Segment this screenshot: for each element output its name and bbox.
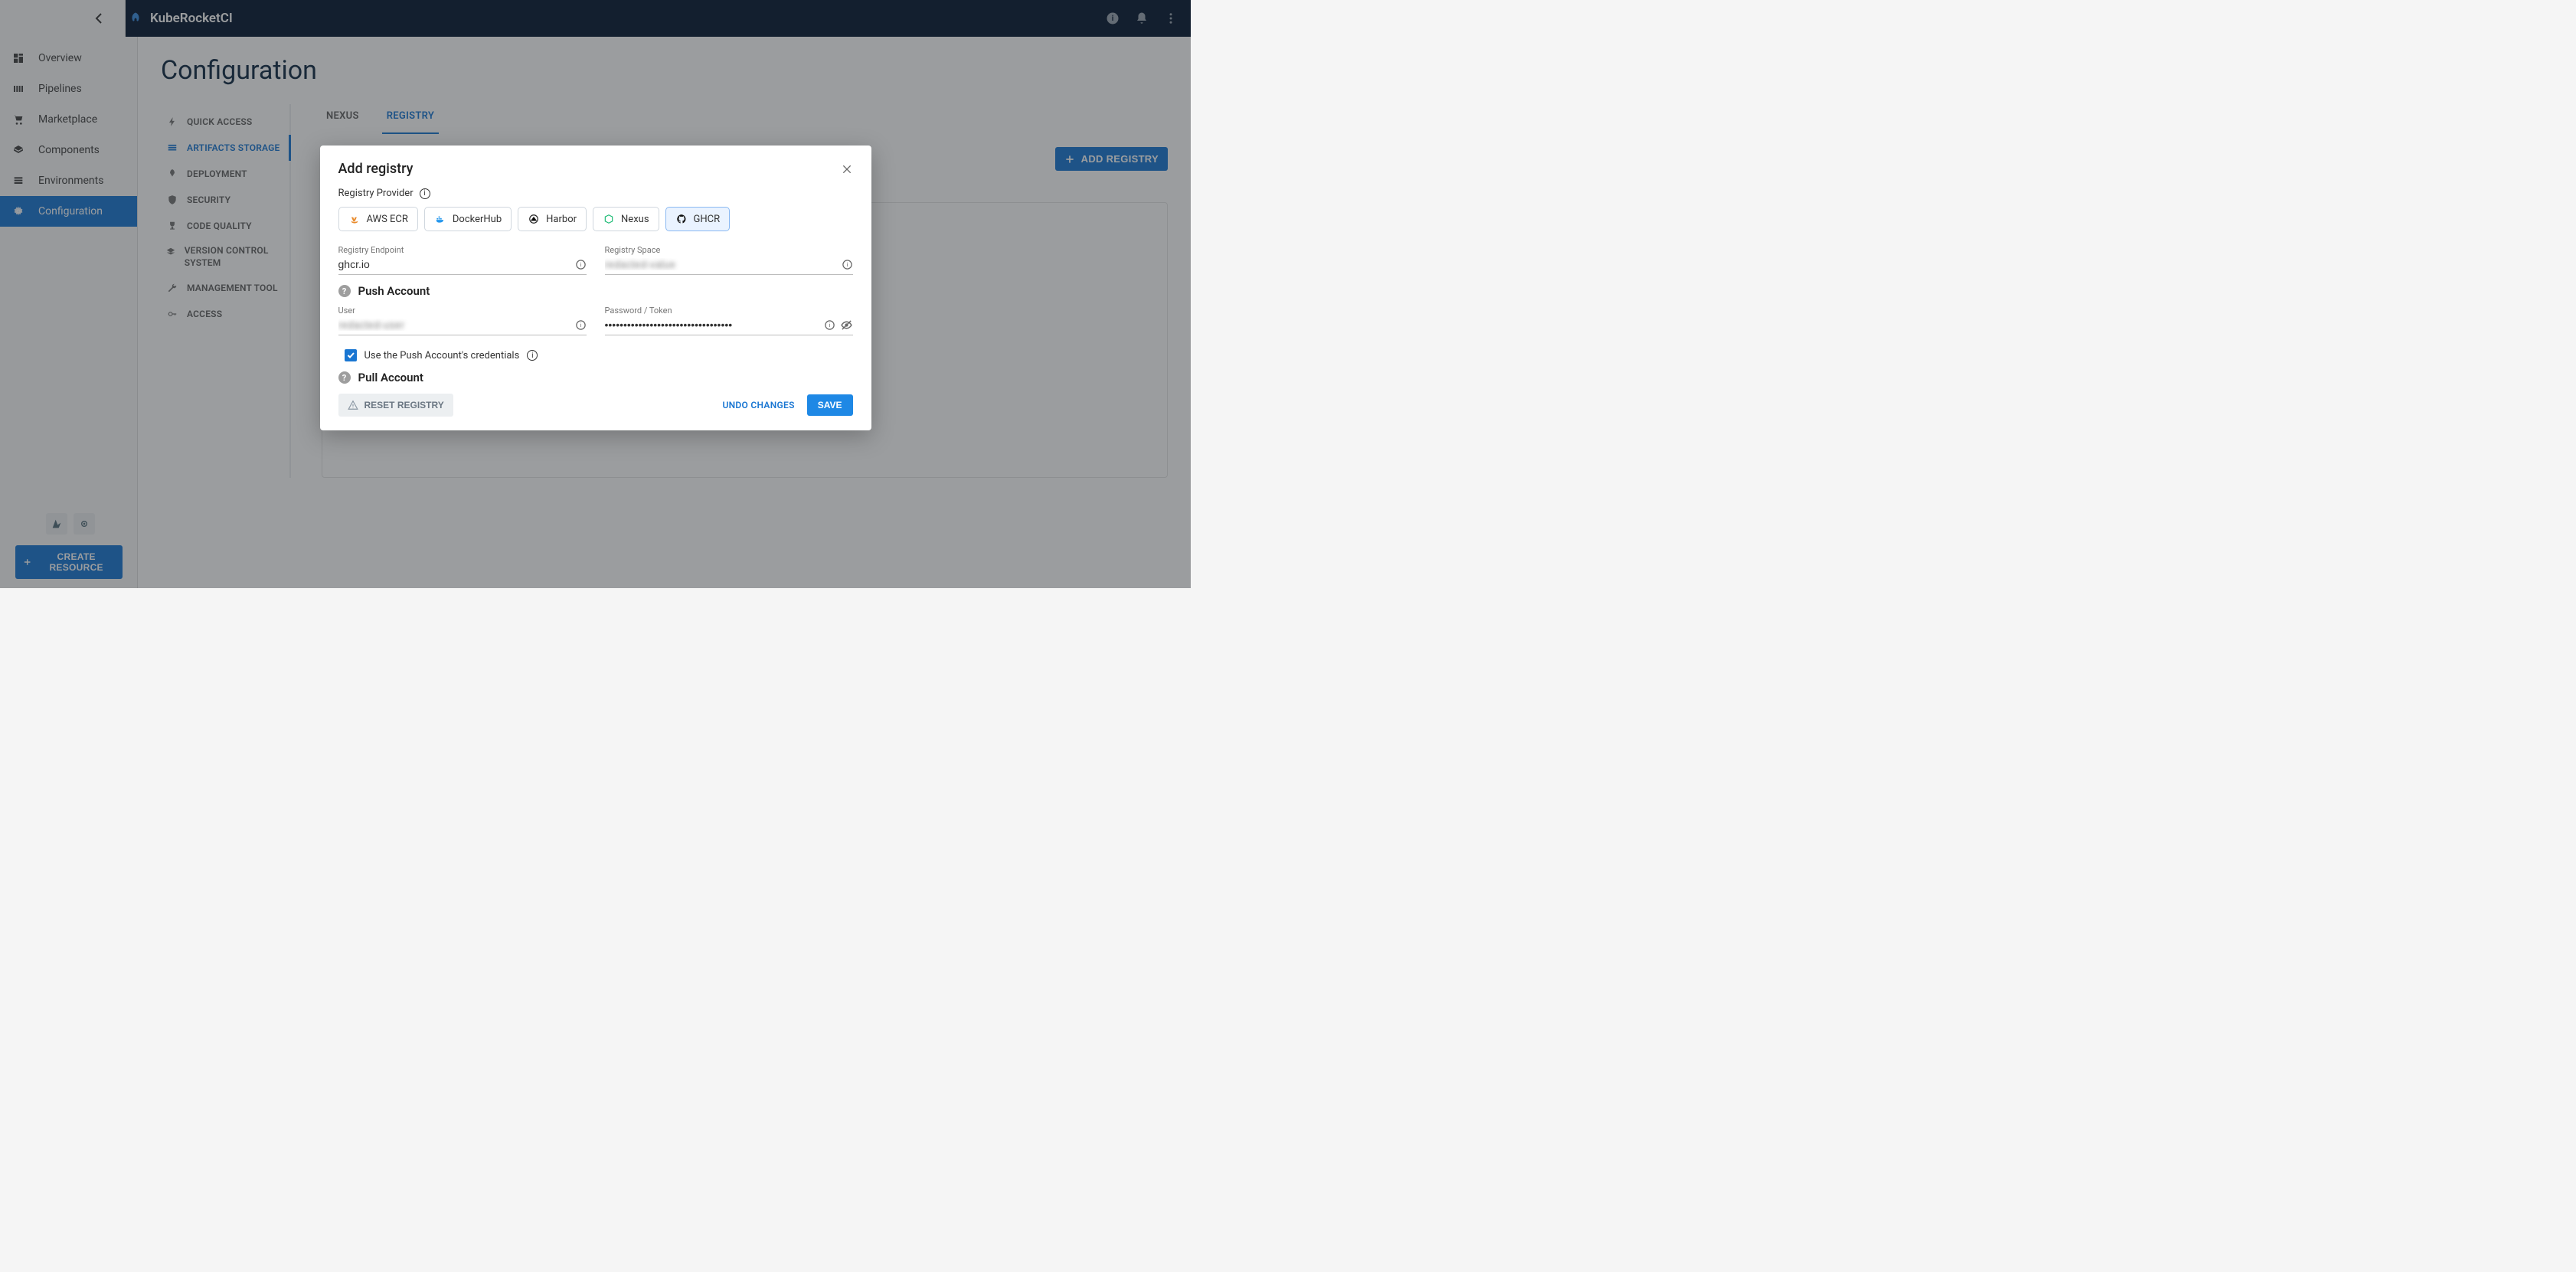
user-label: User (338, 306, 587, 316)
help-icon[interactable]: ? (338, 371, 351, 384)
field-user: User i (338, 306, 587, 335)
nexus-icon (603, 213, 615, 225)
aws-icon (348, 213, 361, 225)
svg-text:i: i (580, 322, 581, 329)
provider-label: Registry Provider (338, 188, 414, 199)
checkbox-checked-icon (345, 349, 357, 361)
provider-label-row: Registry Provider i (338, 188, 853, 199)
info-icon[interactable]: i (842, 259, 853, 270)
provider-harbor[interactable]: Harbor (518, 207, 587, 231)
warning-icon (348, 400, 358, 410)
info-icon[interactable]: i (575, 319, 587, 331)
close-icon (841, 163, 853, 175)
space-input[interactable] (605, 257, 837, 272)
push-account-section: ? Push Account (338, 284, 853, 298)
field-password: Password / Token i (605, 306, 853, 335)
field-endpoint: Registry Endpoint i (338, 245, 587, 275)
info-icon[interactable]: i (420, 188, 430, 199)
svg-text:i: i (846, 261, 848, 268)
reset-registry-button[interactable]: RESET REGISTRY (338, 394, 453, 417)
provider-ghcr[interactable]: GHCR (665, 207, 731, 231)
provider-dockerhub[interactable]: DockerHub (424, 207, 512, 231)
help-icon[interactable]: ? (338, 285, 351, 297)
close-button[interactable] (841, 163, 853, 175)
add-registry-modal: Add registry Registry Provider i AWS ECR… (320, 146, 871, 430)
svg-text:i: i (829, 322, 830, 329)
use-push-creds-row[interactable]: Use the Push Account's credentials i (345, 349, 853, 361)
user-input[interactable] (338, 317, 570, 332)
harbor-icon (528, 213, 540, 225)
endpoint-label: Registry Endpoint (338, 245, 587, 255)
field-space: Registry Space i (605, 245, 853, 275)
pull-account-section: ? Pull Account (338, 371, 853, 384)
info-icon[interactable]: i (575, 259, 587, 270)
svg-text:i: i (580, 261, 581, 268)
use-push-label: Use the Push Account's credentials (364, 350, 520, 361)
modal-title: Add registry (338, 161, 414, 177)
provider-nexus[interactable]: Nexus (593, 207, 659, 231)
save-button[interactable]: SAVE (807, 394, 853, 416)
eye-off-icon[interactable] (840, 319, 853, 332)
info-icon[interactable]: i (527, 350, 538, 361)
endpoint-input[interactable] (338, 257, 570, 272)
provider-aws-ecr[interactable]: AWS ECR (338, 207, 418, 231)
provider-pills: AWS ECR DockerHub Harbor Nexus GHCR (338, 207, 853, 231)
undo-changes-link[interactable]: UNDO CHANGES (722, 400, 794, 410)
password-label: Password / Token (605, 306, 853, 316)
info-icon[interactable]: i (824, 319, 835, 331)
space-label: Registry Space (605, 245, 853, 255)
docker-icon (434, 213, 446, 225)
password-input[interactable] (605, 317, 819, 332)
github-icon (675, 213, 688, 225)
